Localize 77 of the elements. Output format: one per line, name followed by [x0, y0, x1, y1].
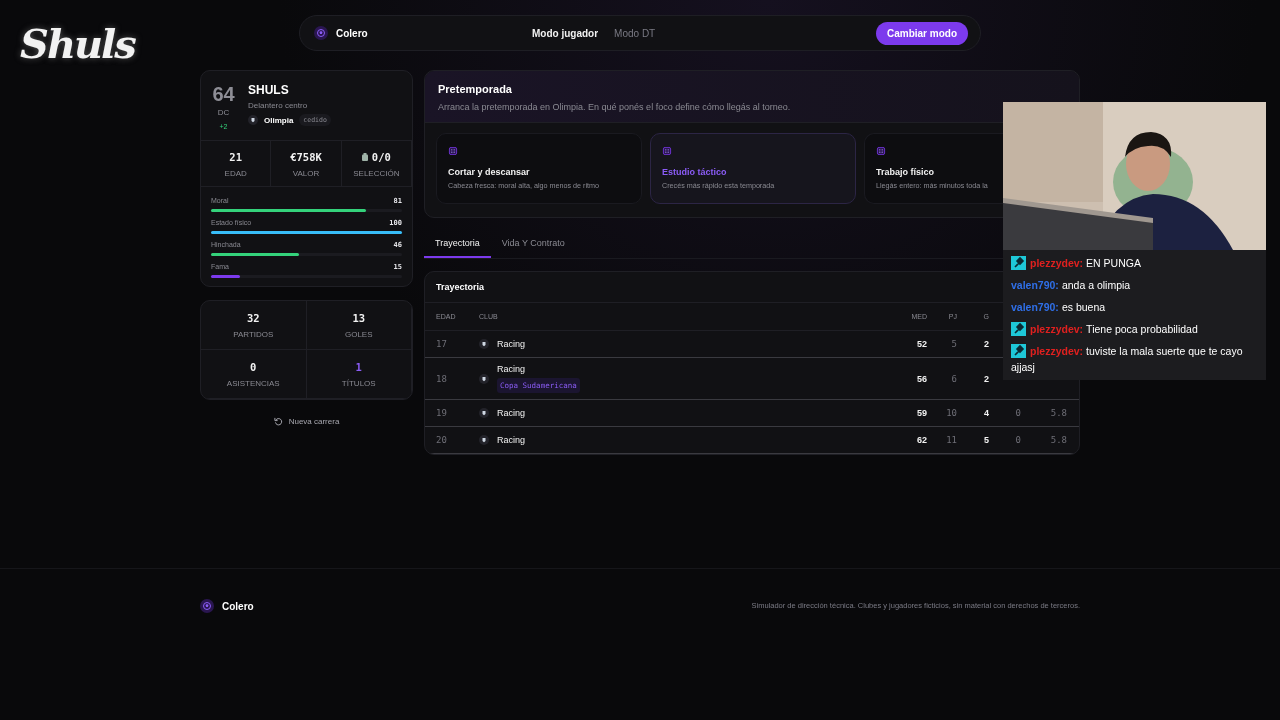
stat-label: GOLES [344, 330, 373, 339]
chat-message: plezzydev: Tiene poca probabilidad [1011, 321, 1258, 337]
stat-value: €758K [290, 151, 322, 163]
chat-message: plezzydev: tuviste la mala suerte que te cayo ajjasj [1011, 343, 1244, 375]
table-cell-text: 56 [916, 373, 927, 384]
change-mode-button[interactable]: Cambiar modo [876, 21, 968, 45]
player-rating: 64 [212, 83, 235, 106]
panel-title: Pretemporada [438, 83, 513, 95]
restart-icon [273, 417, 283, 426]
table-cell-text: 10 [945, 408, 957, 418]
club-name: Racing [497, 339, 525, 349]
stat-label: SELECCIÓN [353, 169, 400, 178]
table-cell-text: 0 [1014, 408, 1021, 418]
tab[interactable]: Trayectoria [424, 231, 491, 258]
brand-name: Colero [222, 600, 254, 612]
stat-value: 1 [355, 361, 362, 373]
table-cell-text: 6 [950, 373, 957, 384]
table-cell-text: 17 [436, 339, 448, 349]
option-title: Estudio táctico [662, 167, 728, 177]
club-name: Racing [497, 435, 525, 445]
stat-label: PARTIDOS [233, 330, 274, 339]
table-cell-text: 19 [436, 408, 448, 418]
club-name: Racing [497, 408, 525, 418]
option-title: Trabajo físico [876, 167, 936, 177]
dice-icon [448, 147, 458, 155]
club-name: Racing [497, 364, 526, 374]
dice-icon [876, 147, 886, 155]
stat-value: 32 [246, 312, 260, 324]
table-cell-text: 2 [983, 373, 989, 384]
hammer-icon [1011, 322, 1026, 336]
player-position: DC [217, 108, 230, 117]
club-crest-icon [479, 435, 489, 445]
hammer-icon [1011, 256, 1026, 270]
shirt-icon [361, 153, 368, 161]
tab[interactable]: Vida Y Contrato [490, 231, 576, 258]
stat-value: 0 [250, 361, 257, 373]
stat-value: 21 [229, 151, 242, 163]
mode-tab[interactable]: Modo jugador [532, 27, 599, 39]
mode-tab[interactable]: Modo DT [614, 27, 656, 39]
table-cell-text: 0 [1014, 435, 1021, 445]
table-cell-text: 11 [945, 435, 957, 445]
stat-label: TÍTULOS [341, 379, 376, 388]
ball-icon [314, 26, 328, 40]
player-name: SHULS [248, 83, 290, 97]
table-cell-text: 4 [983, 408, 989, 418]
table-cell-text: 18 [436, 373, 448, 384]
table-cell-text: 5.8 [1049, 408, 1067, 418]
dice-icon [662, 147, 672, 155]
club-crest-icon [479, 339, 489, 349]
stat-label: EDAD [224, 169, 247, 178]
club-crest-icon [248, 115, 258, 125]
hammer-icon [1011, 344, 1026, 358]
table-cell-text: 5 [950, 339, 957, 349]
table-cell-text: 5 [983, 435, 989, 445]
chat-message: plezzydev: EN PUNGA [1011, 255, 1258, 271]
table-cell-text: 59 [916, 408, 927, 418]
table-cell-text: 20 [436, 435, 448, 445]
stat-value: 0/0 [361, 151, 391, 163]
chat-message: valen790: es buena [1011, 300, 1107, 315]
stat-label: ASISTENCIAS [226, 379, 280, 388]
club-name: Olimpia [264, 115, 294, 125]
table-cell-text: 62 [916, 435, 927, 445]
stat-value: 13 [352, 312, 366, 324]
player-role: Delantero centro [248, 101, 309, 110]
brand-name: Colero [336, 27, 368, 39]
logo: Shuls [20, 20, 135, 67]
table-cell-text: 52 [916, 339, 927, 349]
chat-message: valen790: anda a olimpia [1011, 278, 1132, 293]
table-cell-text: 2 [983, 339, 989, 349]
ball-icon [200, 599, 214, 613]
club-crest-icon [479, 408, 489, 418]
club-crest-icon [479, 373, 489, 384]
stat-label: VALOR [292, 169, 320, 178]
option-title: Cortar y descansar [448, 167, 531, 177]
table-cell-text: 5.8 [1049, 435, 1067, 445]
panel-description: Arranca la pretemporada en Olimpia. En qué ponés el foco define cómo llegás al torneo. [438, 102, 792, 112]
new-career-link[interactable]: Nueva carrera [273, 417, 340, 426]
